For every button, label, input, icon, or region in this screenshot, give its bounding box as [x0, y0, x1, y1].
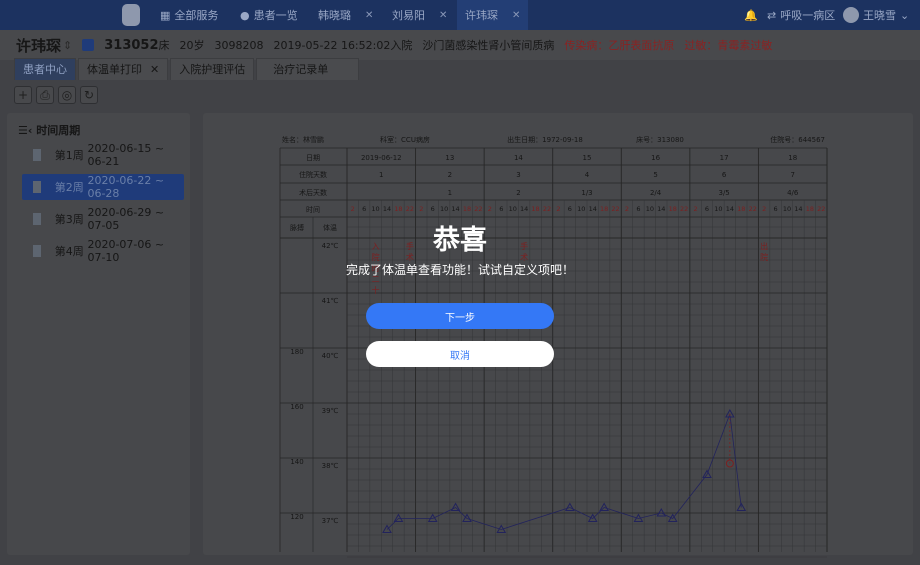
row-label: 术后天数 — [299, 188, 327, 197]
hour-label: 18 — [737, 205, 745, 213]
pulse-tick: 180 — [290, 348, 303, 356]
hour-label: 18 — [463, 205, 471, 213]
header-cell: 13 — [445, 154, 454, 162]
header-cell: 17 — [720, 154, 729, 162]
inpatient-label: 住院号：644567 — [770, 135, 825, 144]
temperature-point — [393, 513, 404, 522]
next-step-button[interactable]: 下一步 — [366, 303, 554, 329]
temp-tick: 38℃ — [322, 462, 339, 470]
cancel-button[interactable]: 取消 — [366, 341, 554, 367]
annotation: 出院 — [760, 241, 769, 264]
hour-label: 22 — [474, 205, 482, 213]
patient-name-label: 姓名：林雪鹏 — [282, 135, 324, 144]
row-label: 住院天数 — [299, 170, 327, 179]
hour-label: 6 — [431, 205, 435, 213]
hour-label: 2 — [488, 205, 492, 213]
hour-label: 2 — [419, 205, 423, 213]
hour-label: 6 — [705, 205, 709, 213]
header-cell: 14 — [514, 154, 523, 162]
header-cell: 2 — [516, 189, 520, 197]
hour-label: 2 — [762, 205, 766, 213]
pulse-header: 脉搏 — [290, 223, 304, 232]
temperature-point — [599, 502, 610, 511]
hour-label: 6 — [568, 205, 572, 213]
temp-tick: 42℃ — [322, 242, 339, 250]
temperature-point — [427, 513, 438, 522]
hour-label: 22 — [680, 205, 688, 213]
hour-label: 18 — [806, 205, 814, 213]
hour-label: 22 — [749, 205, 757, 213]
hour-label: 2 — [556, 205, 560, 213]
hour-label: 18 — [600, 205, 608, 213]
header-cell: 4/6 — [787, 189, 799, 197]
hour-label: 22 — [817, 205, 825, 213]
dept-label: 科室：CCU病房 — [380, 135, 430, 144]
hour-label: 18 — [669, 205, 677, 213]
hour-label: 18 — [531, 205, 539, 213]
header-cell: 7 — [790, 171, 794, 179]
pulse-tick: 160 — [290, 403, 303, 411]
header-cell: 2019-06-12 — [361, 154, 402, 162]
modal-title: 恭喜 — [433, 225, 487, 256]
hour-label: 6 — [636, 205, 640, 213]
hour-label: 10 — [509, 205, 517, 213]
hour-label: 6 — [499, 205, 503, 213]
hour-label: 2 — [694, 205, 698, 213]
header-cell: 1/3 — [581, 189, 592, 197]
header-cell: 2 — [448, 171, 452, 179]
temp-tick: 41℃ — [322, 297, 339, 305]
header-cell: 1 — [448, 189, 452, 197]
hour-label: 2 — [625, 205, 629, 213]
header-cell: 16 — [651, 154, 660, 162]
temp-header: 体温 — [323, 223, 337, 232]
hour-label: 10 — [783, 205, 791, 213]
header-cell: 3/5 — [719, 189, 730, 197]
header-cell: 15 — [583, 154, 592, 162]
temp-tick: 39℃ — [322, 407, 339, 415]
hour-label: 22 — [406, 205, 414, 213]
hour-label: 14 — [794, 205, 802, 213]
row-label: 日期 — [306, 154, 320, 162]
hour-label: 10 — [577, 205, 585, 213]
header-cell: 3 — [516, 171, 520, 179]
hour-label: 18 — [394, 205, 402, 213]
pulse-tick: 120 — [290, 513, 303, 521]
hour-label: 10 — [371, 205, 379, 213]
modal-message: 完成了体温单查看功能！试试自定义项吧！ — [345, 263, 574, 277]
hour-label: 6 — [362, 205, 366, 213]
row-label: 时间 — [306, 205, 320, 214]
header-cell: 6 — [722, 171, 727, 179]
temperature-point — [450, 502, 461, 511]
temperature-point — [564, 502, 575, 511]
header-cell: 18 — [788, 154, 797, 162]
header-cell: 5 — [653, 171, 657, 179]
bed-label: 床号：313080 — [636, 135, 684, 144]
birth-label: 出生日期：1972-09-18 — [507, 135, 583, 144]
temp-tick: 37℃ — [322, 517, 339, 525]
temp-tick: 40℃ — [322, 352, 339, 360]
header-cell: 4 — [585, 171, 590, 179]
pulse-tick: 140 — [290, 458, 303, 466]
hour-label: 10 — [646, 205, 654, 213]
hour-label: 14 — [383, 205, 391, 213]
temperature-point — [656, 507, 667, 517]
hour-label: 10 — [440, 205, 448, 213]
hour-label: 2 — [351, 205, 355, 213]
temperature-chart: 姓名：林雪鹏 科室：CCU病房 出生日期：1972-09-18 床号：313080 住院… — [279, 135, 828, 558]
hour-label: 14 — [589, 205, 597, 213]
header-cell: 1 — [379, 171, 383, 179]
hour-label: 14 — [657, 205, 665, 213]
hour-label: 14 — [726, 205, 734, 213]
header-cell: 2/4 — [650, 189, 662, 197]
hour-label: 10 — [714, 205, 722, 213]
hour-label: 14 — [451, 205, 459, 213]
hour-label: 14 — [520, 205, 528, 213]
hour-label: 22 — [611, 205, 619, 213]
hour-label: 6 — [774, 205, 778, 213]
hour-label: 22 — [543, 205, 551, 213]
